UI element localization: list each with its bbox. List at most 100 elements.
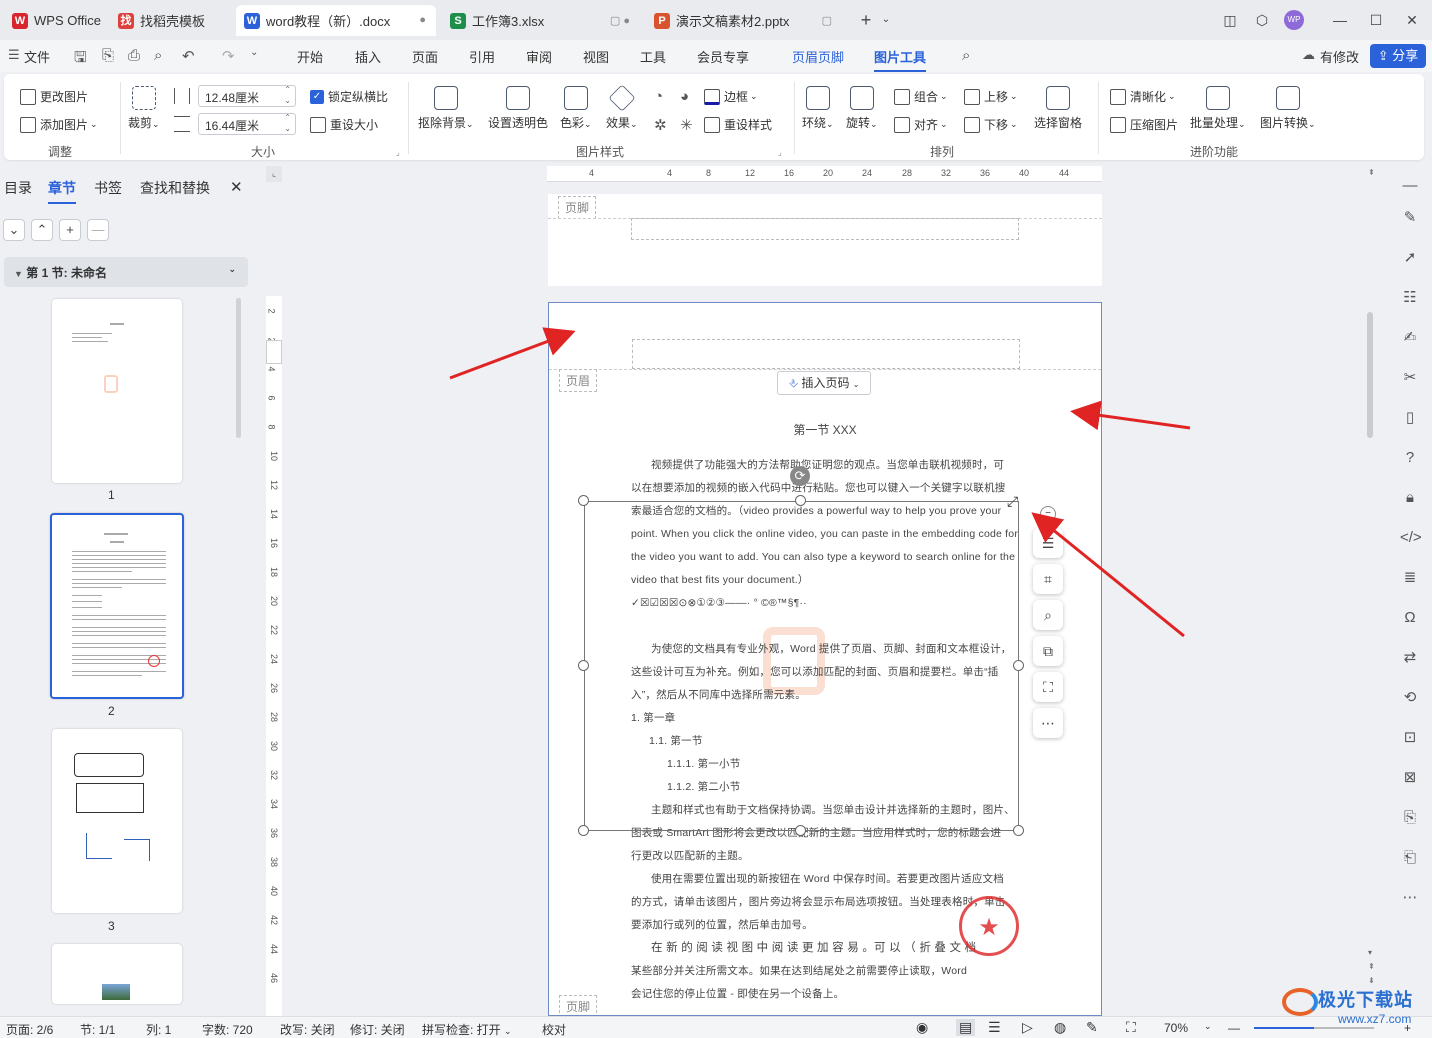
nav-tab-sections[interactable]: 章节 (48, 178, 76, 204)
brightness-down-icon[interactable]: ◕ (680, 88, 689, 105)
crop-tool-icon[interactable]: ⌗ (1033, 564, 1063, 594)
menu-tools[interactable]: 工具 (640, 47, 666, 66)
menu-member[interactable]: 会员专享 (697, 47, 749, 66)
cube-icon[interactable]: ⬡ (1252, 10, 1272, 30)
contrast-down-icon[interactable]: ✳ (680, 116, 693, 134)
status-page[interactable]: 页面: 2/6 (6, 1021, 53, 1038)
resize-handle[interactable] (578, 660, 589, 671)
layout-options-icon[interactable]: ☰ (1033, 528, 1063, 558)
zoom-level[interactable]: 70% (1164, 1021, 1188, 1035)
next-page-icon[interactable]: ⇟ (1368, 976, 1375, 985)
tab-wps-office[interactable]: W WPS Office (4, 5, 104, 36)
menu-page[interactable]: 页面 (412, 47, 438, 66)
tab-excel-doc[interactable]: S 工作簿3.xlsx ▢ ● (442, 5, 640, 36)
dialog-launcher-icon[interactable]: ⌟ (396, 148, 400, 157)
resize-handle[interactable] (1013, 660, 1024, 671)
hamburger-icon[interactable]: ☰ (8, 47, 20, 63)
zoom-out-icon[interactable]: — (1228, 1021, 1240, 1035)
resize-handle[interactable] (578, 825, 589, 836)
status-column[interactable]: 列: 1 (146, 1021, 171, 1038)
more-chevron-icon[interactable]: ⌄ (250, 47, 258, 58)
nav-tab-toc[interactable]: 目录 (4, 178, 32, 198)
group-objects-button[interactable]: 组合 ⌄ (894, 88, 948, 105)
pen-icon[interactable]: ✎ (1400, 208, 1420, 228)
scroll-down-icon[interactable]: ▾ (1368, 948, 1372, 957)
remove-background-button[interactable]: 抠除背景⌄ (418, 86, 474, 131)
section-chevron-icon[interactable]: ⌄ (228, 264, 236, 275)
set-transparent-button[interactable]: 设置透明色 (488, 86, 548, 131)
save-icon[interactable]: 🖫 (74, 47, 87, 72)
batch-process-button[interactable]: 批量处理⌄ (1190, 86, 1246, 131)
vertical-ruler[interactable]: 2246810121416182022242628303234363840424… (266, 296, 282, 1016)
play-icon[interactable]: ▷ (1022, 1019, 1033, 1036)
spreadsheet-icon[interactable]: ⊠ (1400, 768, 1420, 788)
reset-style-button[interactable]: 重设样式 (704, 116, 772, 133)
nav-tab-find-replace[interactable]: 查找和替换 (140, 178, 210, 198)
resize-handle[interactable] (795, 825, 806, 836)
doc-edit-icon[interactable]: ⎘ (1400, 808, 1420, 828)
ruler-corner-icon[interactable]: ⌞ (266, 166, 282, 182)
book-icon[interactable]: ▯ (1400, 408, 1420, 428)
menu-home[interactable]: 开始 (297, 47, 323, 66)
footer-area[interactable] (631, 218, 1019, 240)
redo-icon[interactable]: ↷ (222, 47, 235, 65)
brightness-up-icon[interactable]: ◔ (654, 88, 663, 105)
layout-icon[interactable]: ◫ (1220, 10, 1240, 30)
menu-insert[interactable]: 插入 (355, 47, 381, 66)
collapse-sidebar-icon[interactable]: — (1400, 176, 1420, 196)
lock-icon[interactable]: 🔒︎ (1400, 488, 1420, 508)
translate-icon[interactable]: ⇄ (1400, 648, 1420, 668)
status-spellcheck[interactable]: 拼写检查: 打开 ⌄ (422, 1021, 512, 1038)
dialog-launcher-icon[interactable]: ⌟ (778, 148, 782, 157)
document-scrollbar[interactable]: ⇞ ▾ ⇞ ⇟ (1366, 168, 1376, 1008)
maximize-icon[interactable]: ☐ (1366, 10, 1386, 30)
menu-view[interactable]: 视图 (583, 47, 609, 66)
align-button[interactable]: 对齐 ⌄ (894, 116, 948, 133)
selection-pane-button[interactable]: 选择窗格 (1034, 86, 1082, 131)
change-picture-button[interactable]: 更改图片 (20, 88, 88, 105)
wrap-button[interactable]: 环绕⌄ (802, 86, 834, 131)
status-revision[interactable]: 修订: 关闭 (350, 1021, 405, 1038)
page-thumbnail-2[interactable] (50, 513, 184, 699)
insert-page-number-button[interactable]: ⎀ 插入页码 ⌄ (777, 371, 871, 395)
tab-word-doc[interactable]: W word教程（新）.docx ● (236, 5, 436, 36)
close-panel-icon[interactable]: ✕ (230, 178, 243, 196)
status-section[interactable]: 节: 1/1 (80, 1021, 115, 1038)
color-button[interactable]: 色彩⌄ (560, 86, 592, 131)
print-icon[interactable]: ⎙ (128, 47, 140, 64)
contrast-up-icon[interactable]: ✲ (654, 116, 667, 134)
height-input[interactable]: 16.44厘米 (198, 112, 296, 135)
resize-diagonal-icon[interactable]: ⤢ (1007, 493, 1018, 510)
resize-handle[interactable] (795, 495, 806, 506)
search-icon[interactable]: ⌕ (962, 47, 970, 64)
effects-button[interactable]: 效果⌄ (606, 84, 638, 131)
avatar[interactable]: WP (1284, 10, 1304, 30)
tab-list-chevron-icon[interactable]: ⌄ (876, 10, 896, 30)
header-area[interactable] (632, 339, 1020, 369)
send-backward-button[interactable]: 下移 ⌄ (964, 116, 1018, 133)
status-proofread[interactable]: 校对 (542, 1021, 566, 1038)
modified-status[interactable]: 有修改 (1320, 47, 1359, 66)
doc-search-icon[interactable]: ⎗ (1400, 848, 1420, 868)
section-header[interactable]: ▼ 第 1 节: 未命名 ⌄ (4, 257, 248, 287)
code-icon[interactable]: </> (1400, 528, 1422, 548)
eye-protection-icon[interactable]: ◉ (916, 1019, 928, 1036)
list-icon[interactable]: ≣ (1400, 568, 1420, 588)
more-tools-icon[interactable]: ⋯ (1400, 888, 1420, 908)
page-thumbnail-3[interactable] (52, 729, 182, 913)
page-view-icon[interactable]: ▤ (956, 1019, 976, 1036)
copy-picture-icon[interactable]: ⧉ (1033, 636, 1063, 666)
horizontal-ruler[interactable]: 4 4 8 12 16 20 24 28 32 36 40 44 (547, 166, 1102, 182)
export-icon[interactable]: ⎘ (102, 47, 114, 64)
page-thumbnail-1[interactable] (52, 299, 182, 483)
adjust-sliders-icon[interactable]: ☷ (1400, 288, 1420, 308)
new-tab-icon[interactable]: + (856, 10, 876, 30)
sharpen-button[interactable]: 清晰化 ⌄ (1110, 88, 1176, 105)
zoom-picture-icon[interactable]: ⌕ (1033, 600, 1063, 630)
reset-size-button[interactable]: 重设大小 (310, 116, 378, 133)
collapse-up-icon[interactable]: ⌃ (31, 219, 53, 241)
select-cursor-icon[interactable]: ➚ (1400, 248, 1420, 268)
nav-scrollbar[interactable] (236, 298, 241, 438)
scroll-top-icon[interactable]: ⇞ (1368, 168, 1375, 177)
picture-selection-box[interactable] (584, 501, 1019, 831)
